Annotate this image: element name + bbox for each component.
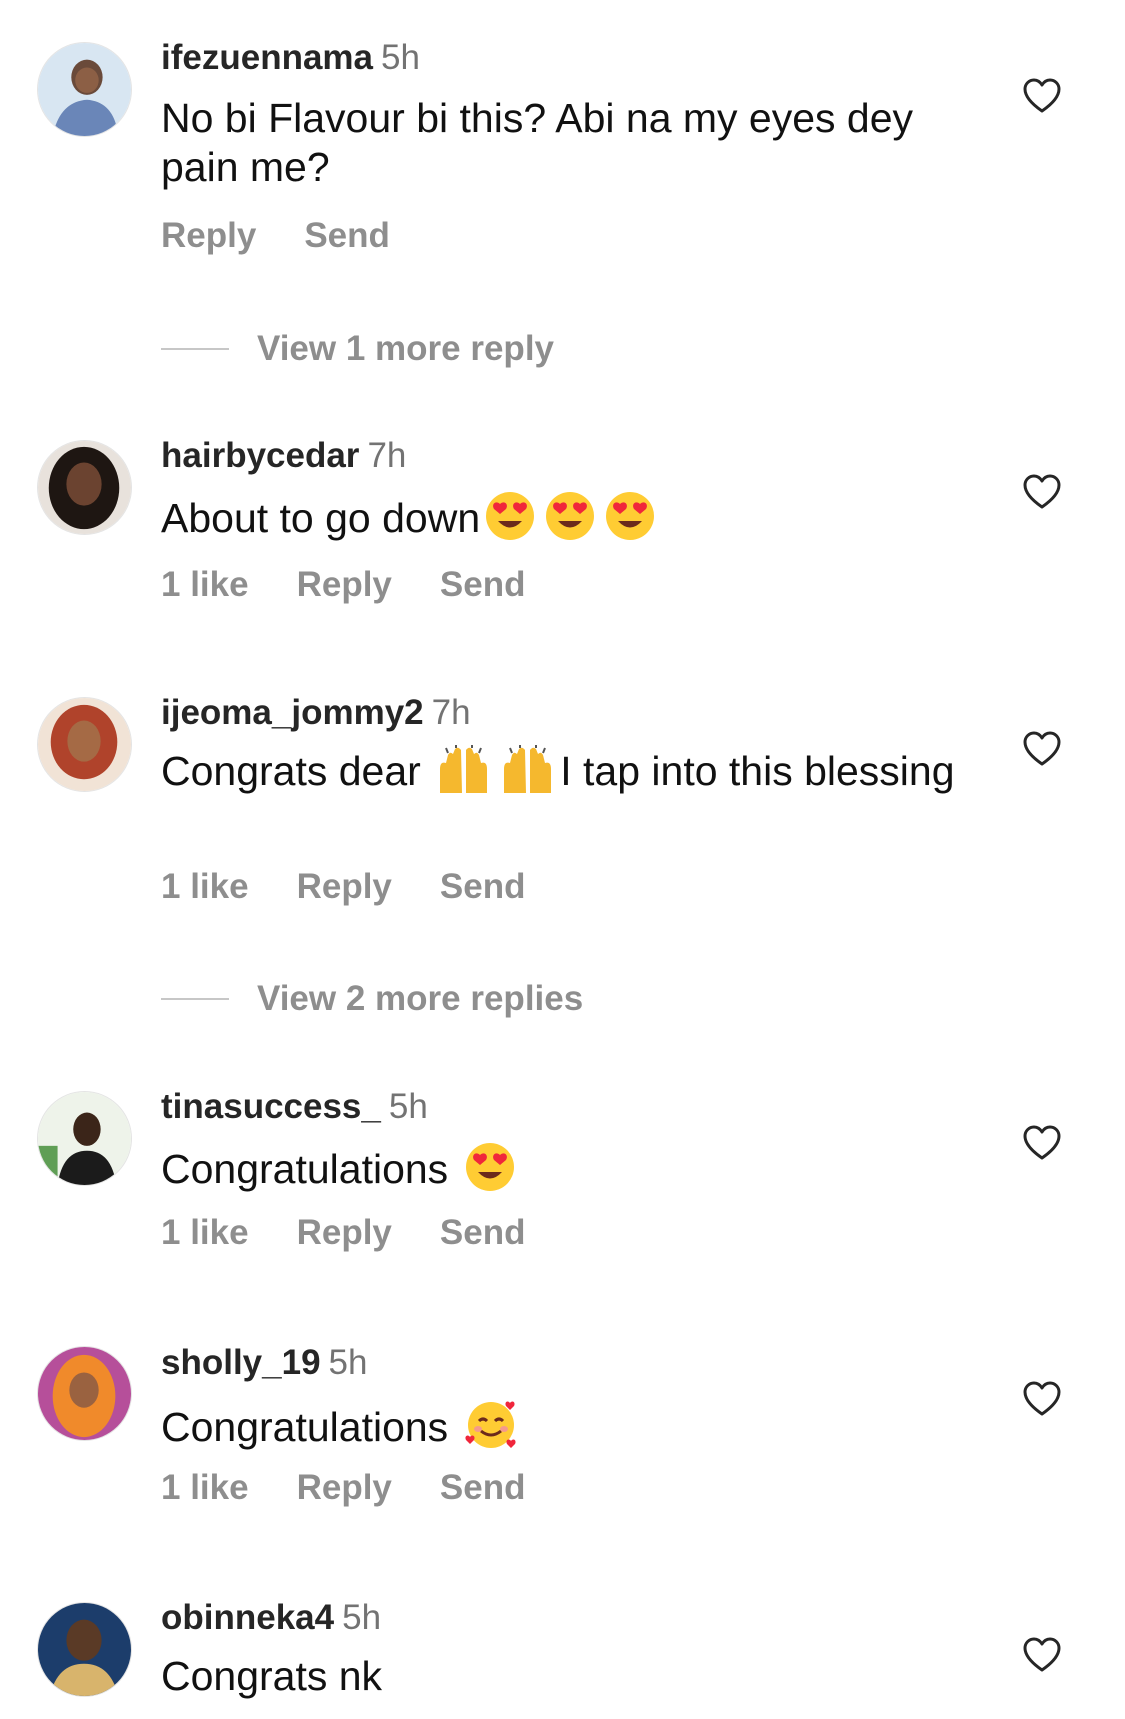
reply-button[interactable]: Reply bbox=[161, 216, 256, 255]
reply-button[interactable]: Reply bbox=[297, 565, 392, 604]
comment-text: Congratulations bbox=[161, 1146, 449, 1192]
view-more-label: View 2 more replies bbox=[257, 979, 584, 1018]
heart-eyes-emoji bbox=[464, 1141, 516, 1193]
comment-time: 7h bbox=[367, 436, 407, 475]
heart-outline-icon[interactable] bbox=[1023, 1637, 1061, 1673]
raising-hands-emoji bbox=[436, 745, 492, 795]
avatar[interactable] bbox=[37, 440, 132, 535]
heart-outline-icon[interactable] bbox=[1023, 1381, 1061, 1417]
send-button[interactable]: Send bbox=[440, 867, 526, 906]
comment-username[interactable]: ifezuennama bbox=[161, 38, 373, 77]
comment-time: 5h bbox=[342, 1598, 382, 1637]
send-button[interactable]: Send bbox=[440, 1468, 526, 1507]
avatar[interactable] bbox=[37, 42, 132, 137]
divider-line bbox=[161, 997, 229, 1000]
raising-hands-emoji bbox=[500, 745, 556, 795]
avatar[interactable] bbox=[37, 1346, 132, 1441]
likes-count[interactable]: 1 like bbox=[161, 565, 249, 604]
comment-username[interactable]: sholly_19 bbox=[161, 1343, 321, 1382]
heart-eyes-emoji bbox=[544, 490, 596, 542]
comment-time: 5h bbox=[381, 38, 420, 77]
comment-text: No bi Flavour bi this? Abi na my eyes de… bbox=[161, 95, 914, 190]
avatar[interactable] bbox=[37, 697, 132, 792]
comment-time: 5h bbox=[328, 1343, 368, 1382]
heart-eyes-emoji bbox=[604, 490, 656, 542]
send-button[interactable]: Send bbox=[440, 1213, 526, 1252]
reply-button[interactable]: Reply bbox=[297, 867, 392, 906]
view-more-label: View 1 more reply bbox=[257, 329, 555, 368]
smiling-face-with-hearts-emoji bbox=[464, 1397, 520, 1451]
reply-button[interactable]: Reply bbox=[297, 1213, 392, 1252]
comment-time: 5h bbox=[388, 1087, 428, 1126]
comment-text: About to go down bbox=[161, 495, 481, 541]
avatar[interactable] bbox=[37, 1091, 132, 1186]
likes-count[interactable]: 1 like bbox=[161, 1468, 249, 1507]
comment-text-continued: I tap into this blessing bbox=[560, 748, 955, 794]
comment-text: Congratulations bbox=[161, 1404, 449, 1450]
avatar[interactable] bbox=[37, 1602, 132, 1697]
comment-text: Congrats nk bbox=[161, 1653, 383, 1699]
comment-username[interactable]: tinasuccess_ bbox=[161, 1087, 381, 1126]
divider-line bbox=[161, 347, 229, 350]
likes-count[interactable]: 1 like bbox=[161, 1213, 249, 1252]
comment-time: 7h bbox=[431, 693, 471, 732]
comment-username[interactable]: hairbycedar bbox=[161, 436, 359, 475]
heart-outline-icon[interactable] bbox=[1023, 78, 1061, 114]
comment-text: Congrats dear bbox=[161, 748, 421, 794]
send-button[interactable]: Send bbox=[304, 216, 390, 255]
heart-outline-icon[interactable] bbox=[1023, 731, 1061, 767]
send-button[interactable]: Send bbox=[440, 565, 526, 604]
heart-eyes-emoji bbox=[484, 490, 536, 542]
heart-outline-icon[interactable] bbox=[1023, 1125, 1061, 1161]
view-more-replies-button[interactable]: View 2 more replies bbox=[161, 978, 583, 1020]
reply-button[interactable]: Reply bbox=[297, 1468, 392, 1507]
comment-username[interactable]: ijeoma_jommy2 bbox=[161, 693, 424, 732]
likes-count[interactable]: 1 like bbox=[161, 867, 249, 906]
comment-username[interactable]: obinneka4 bbox=[161, 1598, 334, 1637]
heart-outline-icon[interactable] bbox=[1023, 474, 1061, 510]
view-more-replies-button[interactable]: View 1 more reply bbox=[161, 328, 554, 370]
